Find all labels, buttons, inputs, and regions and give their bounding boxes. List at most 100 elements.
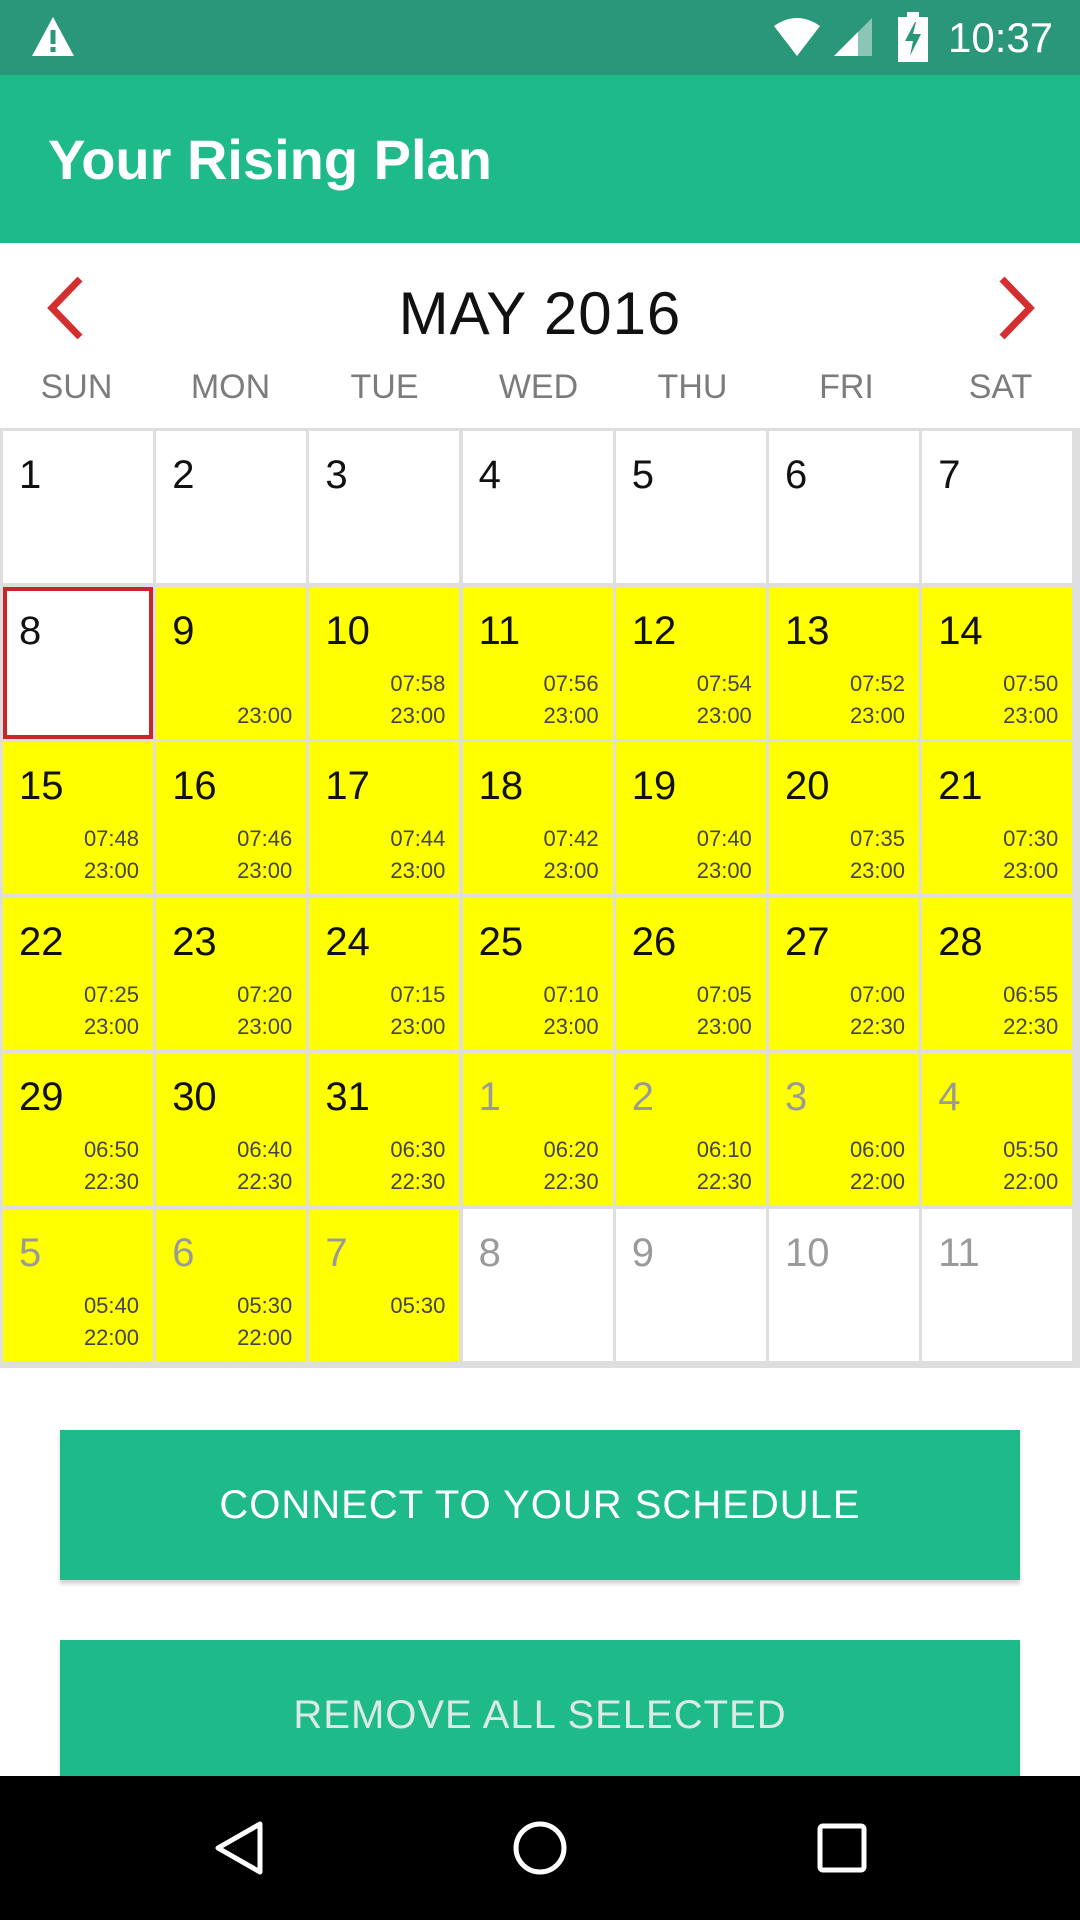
weekday-header: SUN MON TUE WED THU FRI SAT bbox=[0, 368, 1080, 418]
calendar-day-cell[interactable]: 12 07:54 23:00 bbox=[615, 586, 766, 739]
day-number: 5 bbox=[631, 453, 655, 497]
sleep-time: 22:00 bbox=[83, 1325, 139, 1350]
calendar-day-cell[interactable]: 13 07:52 23:00 bbox=[769, 586, 919, 739]
day-number: 2 bbox=[631, 1075, 655, 1120]
day-number: 31 bbox=[325, 1075, 370, 1120]
calendar-day-cell[interactable]: 18 07:42 23:00 bbox=[462, 742, 613, 895]
wake-time: 07:50 bbox=[1003, 670, 1059, 696]
calendar-day-cell[interactable]: 7 05:30 bbox=[309, 1209, 460, 1361]
sleep-time: 23:00 bbox=[1003, 858, 1059, 884]
wake-time: 07:54 bbox=[696, 670, 752, 696]
wake-time: 06:50 bbox=[83, 1137, 139, 1163]
wake-time: 06:55 bbox=[1003, 981, 1059, 1007]
chevron-right-icon[interactable] bbox=[990, 273, 1040, 343]
sleep-time: 23:00 bbox=[390, 1013, 446, 1039]
calendar-day-cell[interactable]: 6 05:30 22:00 bbox=[156, 1209, 307, 1361]
day-number: 9 bbox=[631, 1231, 655, 1275]
calendar-day-cell[interactable]: 14 07:50 23:00 bbox=[922, 586, 1073, 739]
sleep-time: 23:00 bbox=[696, 858, 752, 884]
calendar-day-cell[interactable]: 3 bbox=[309, 431, 460, 583]
day-number: 7 bbox=[938, 453, 961, 497]
day-number: 8 bbox=[478, 1231, 501, 1275]
calendar-day-cell[interactable]: 9 bbox=[615, 1209, 766, 1361]
calendar-day-cell[interactable]: 8 bbox=[3, 586, 153, 739]
wake-time: 06:20 bbox=[543, 1137, 599, 1163]
wake-time: 07:25 bbox=[83, 981, 139, 1007]
remove-all-selected-button[interactable]: REMOVE ALL SELECTED bbox=[60, 1640, 1020, 1780]
calendar-day-cell[interactable]: 30 06:40 22:30 bbox=[156, 1053, 307, 1206]
calendar-day-cell[interactable]: 7 bbox=[922, 431, 1073, 583]
sleep-time: 23:00 bbox=[849, 858, 905, 884]
calendar-day-cell[interactable]: 10 bbox=[769, 1209, 919, 1361]
day-number: 9 bbox=[172, 608, 195, 653]
wake-time: 07:58 bbox=[390, 670, 446, 696]
day-number: 15 bbox=[19, 764, 64, 809]
day-number: 16 bbox=[172, 764, 217, 809]
calendar-day-cell[interactable]: 15 07:48 23:00 bbox=[3, 742, 153, 895]
back-icon[interactable] bbox=[210, 1818, 270, 1878]
calendar-day-cell[interactable]: 23 07:20 23:00 bbox=[156, 897, 307, 1050]
calendar-day-cell[interactable]: 2 bbox=[156, 431, 307, 583]
sleep-time: 23:00 bbox=[696, 1013, 752, 1039]
calendar-day-cell[interactable]: 3 06:00 22:00 bbox=[769, 1053, 919, 1206]
calendar-day-cell[interactable]: 16 07:46 23:00 bbox=[156, 742, 307, 895]
calendar-day-cell[interactable]: 27 07:00 22:30 bbox=[769, 897, 919, 1050]
calendar-day-cell[interactable]: 28 06:55 22:30 bbox=[922, 897, 1073, 1050]
day-number: 21 bbox=[938, 764, 983, 809]
navigation-bar bbox=[0, 1776, 1080, 1920]
weekday-label: MON bbox=[190, 368, 271, 406]
connect-schedule-button[interactable]: CONNECT TO YOUR SCHEDULE bbox=[60, 1430, 1020, 1580]
calendar-day-cell[interactable]: 8 bbox=[462, 1209, 613, 1361]
warning-icon bbox=[32, 17, 74, 56]
wake-time: 07:05 bbox=[696, 981, 752, 1007]
wake-time: 05:40 bbox=[83, 1293, 139, 1318]
wake-time: 06:00 bbox=[849, 1137, 905, 1163]
weekday-label: WED bbox=[498, 368, 579, 406]
calendar-day-cell[interactable]: 4 bbox=[462, 431, 613, 583]
weekday-label: FRI bbox=[819, 368, 874, 406]
calendar-day-cell[interactable]: 26 07:05 23:00 bbox=[615, 897, 766, 1050]
sleep-time: 22:30 bbox=[390, 1169, 446, 1195]
calendar-day-cell[interactable]: 5 05:40 22:00 bbox=[3, 1209, 153, 1361]
sleep-time: 22:00 bbox=[1003, 1169, 1059, 1195]
day-number: 4 bbox=[938, 1075, 961, 1120]
wake-time: 07:42 bbox=[543, 826, 599, 852]
calendar-day-cell[interactable]: 17 07:44 23:00 bbox=[309, 742, 460, 895]
calendar-day-cell[interactable]: 1 06:20 22:30 bbox=[462, 1053, 613, 1206]
calendar-day-cell[interactable]: 10 07:58 23:00 bbox=[309, 586, 460, 739]
home-icon[interactable] bbox=[510, 1818, 570, 1878]
weekday-label: TUE bbox=[350, 368, 419, 406]
calendar-day-cell[interactable]: 20 07:35 23:00 bbox=[769, 742, 919, 895]
day-number: 6 bbox=[785, 453, 808, 497]
calendar-day-cell[interactable]: 19 07:40 23:00 bbox=[615, 742, 766, 895]
calendar-day-cell[interactable]: 1 bbox=[3, 431, 153, 583]
calendar-day-cell[interactable]: 6 bbox=[769, 431, 919, 583]
sleep-time: 23:00 bbox=[83, 858, 139, 884]
weekday-label: SUN bbox=[40, 368, 113, 406]
calendar-day-cell[interactable]: 25 07:10 23:00 bbox=[462, 897, 613, 1050]
calendar-day-cell[interactable]: 29 06:50 22:30 bbox=[3, 1053, 153, 1206]
calendar-day-cell[interactable]: 2 06:10 22:30 bbox=[615, 1053, 766, 1206]
day-number: 10 bbox=[785, 1231, 830, 1275]
sleep-time: 22:00 bbox=[237, 1325, 293, 1350]
wake-time: 07:15 bbox=[390, 981, 446, 1007]
day-number: 3 bbox=[325, 453, 348, 497]
calendar-day-cell[interactable]: 5 bbox=[615, 431, 766, 583]
day-number: 22 bbox=[19, 919, 64, 964]
wake-time: 07:52 bbox=[849, 670, 905, 696]
sleep-time: 23:00 bbox=[543, 702, 599, 728]
day-number: 19 bbox=[631, 764, 677, 809]
calendar-day-cell[interactable]: 31 06:30 22:30 bbox=[309, 1053, 460, 1206]
sleep-time: 23:00 bbox=[696, 702, 752, 728]
day-number: 13 bbox=[785, 608, 830, 653]
calendar-day-cell[interactable]: 11 bbox=[922, 1209, 1073, 1361]
day-number: 26 bbox=[631, 919, 677, 964]
calendar-day-cell[interactable]: 24 07:15 23:00 bbox=[309, 897, 460, 1050]
calendar-day-cell[interactable]: 9 23:00 bbox=[156, 586, 307, 739]
recents-icon[interactable] bbox=[812, 1818, 872, 1878]
calendar-day-cell[interactable]: 4 05:50 22:00 bbox=[922, 1053, 1073, 1206]
calendar-day-cell[interactable]: 21 07:30 23:00 bbox=[922, 742, 1073, 895]
day-number: 11 bbox=[938, 1231, 980, 1275]
calendar-day-cell[interactable]: 11 07:56 23:00 bbox=[462, 586, 613, 739]
calendar-day-cell[interactable]: 22 07:25 23:00 bbox=[3, 897, 153, 1050]
